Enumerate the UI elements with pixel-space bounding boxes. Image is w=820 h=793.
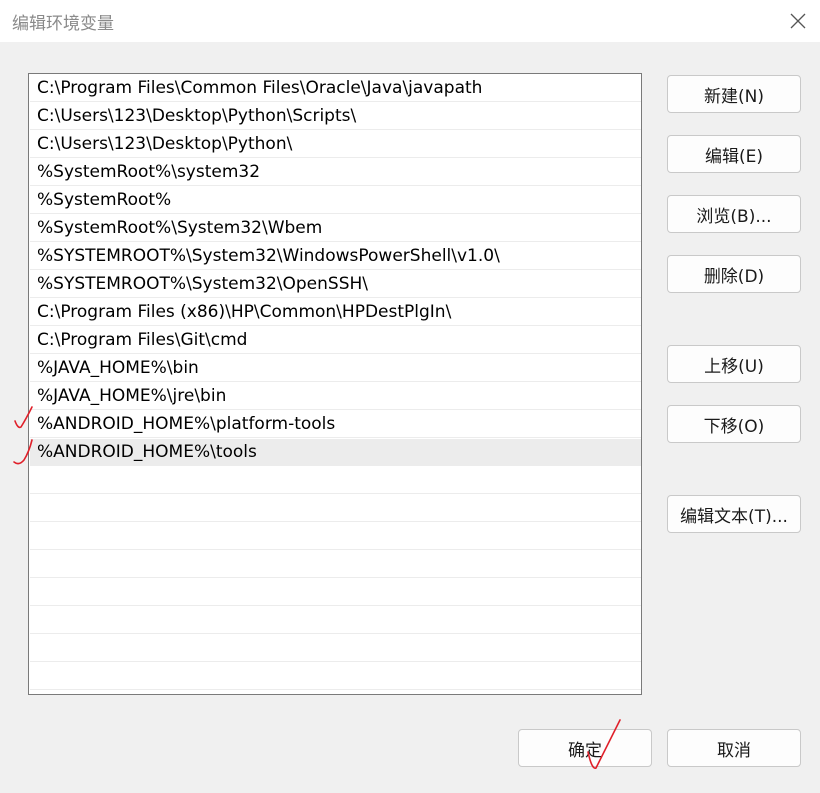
list-item[interactable]: C:\Program Files\Git\cmd <box>30 327 641 354</box>
list-item[interactable]: %ANDROID_HOME%\tools <box>30 439 641 466</box>
edit-text-button[interactable]: 编辑文本(T)... <box>667 495 801 533</box>
edit-environment-variable-dialog: 编辑环境变量 C:\Program Files\Common Files\Ora… <box>0 0 820 793</box>
browse-button[interactable]: 浏览(B)... <box>667 195 801 233</box>
empty-list-row[interactable] <box>30 467 641 494</box>
delete-button[interactable]: 删除(D) <box>667 255 801 293</box>
cancel-button[interactable]: 取消 <box>667 729 801 767</box>
list-item[interactable]: %SYSTEMROOT%\System32\OpenSSH\ <box>30 271 641 298</box>
move-down-button[interactable]: 下移(O) <box>667 405 801 443</box>
empty-list-row[interactable] <box>30 663 641 690</box>
list-item[interactable]: %JAVA_HOME%\bin <box>30 355 641 382</box>
close-button[interactable] <box>776 0 820 42</box>
empty-list-row[interactable] <box>30 607 641 634</box>
list-item[interactable]: C:\Users\123\Desktop\Python\ <box>30 131 641 158</box>
empty-list-row[interactable] <box>30 579 641 606</box>
list-item[interactable]: C:\Users\123\Desktop\Python\Scripts\ <box>30 103 641 130</box>
list-item[interactable]: %SYSTEMROOT%\System32\WindowsPowerShell\… <box>30 243 641 270</box>
list-item[interactable]: %SystemRoot%\System32\Wbem <box>30 215 641 242</box>
list-item[interactable]: C:\Program Files (x86)\HP\Common\HPDestP… <box>30 299 641 326</box>
close-icon <box>790 13 806 29</box>
edit-button[interactable]: 编辑(E) <box>667 135 801 173</box>
list-item[interactable]: C:\Program Files\Common Files\Oracle\Jav… <box>30 75 641 102</box>
empty-list-row[interactable] <box>30 551 641 578</box>
ok-button[interactable]: 确定 <box>518 729 652 767</box>
empty-list-row[interactable] <box>30 523 641 550</box>
path-list[interactable]: C:\Program Files\Common Files\Oracle\Jav… <box>28 73 642 695</box>
empty-list-row[interactable] <box>30 635 641 662</box>
list-item[interactable]: %SystemRoot% <box>30 187 641 214</box>
window-title: 编辑环境变量 <box>12 14 114 34</box>
list-item[interactable]: %SystemRoot%\system32 <box>30 159 641 186</box>
move-up-button[interactable]: 上移(U) <box>667 345 801 383</box>
list-item[interactable]: %JAVA_HOME%\jre\bin <box>30 383 641 410</box>
new-button[interactable]: 新建(N) <box>667 75 801 113</box>
list-item[interactable]: %ANDROID_HOME%\platform-tools <box>30 411 641 438</box>
title-bar: 编辑环境变量 <box>0 0 820 42</box>
empty-list-row[interactable] <box>30 495 641 522</box>
